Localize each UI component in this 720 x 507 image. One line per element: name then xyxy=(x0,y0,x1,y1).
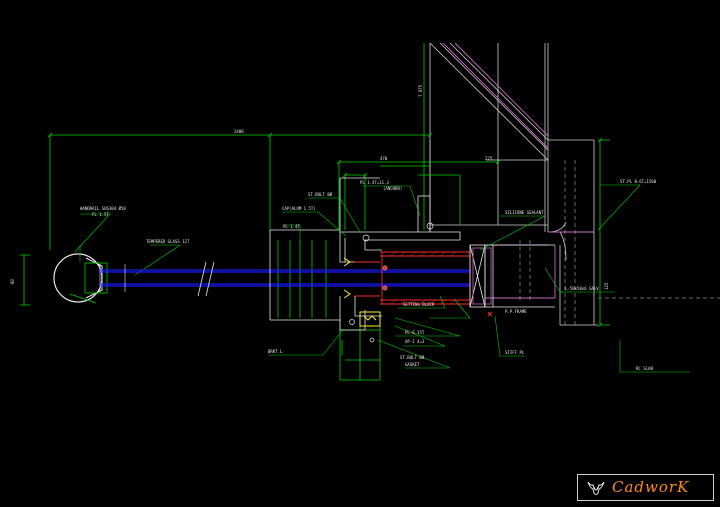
note-cap: CAP(ALUM 1.5T) xyxy=(282,206,316,211)
bull-head-icon xyxy=(587,481,605,495)
note-right-top: ST.PL 0.6T=1500 xyxy=(620,179,657,184)
dim-depth-b: 225 xyxy=(485,156,493,161)
note-bolt-top: ST.BOLT 8Ø xyxy=(308,192,333,197)
cad-detail-drawing: 2400 80 T 875 470 225 125 HANDRAIL SUS30… xyxy=(0,0,720,507)
note-right-bottom: RC SLAB xyxy=(636,366,653,371)
note-bolt-bottom: ST.BOLT 8Ø xyxy=(400,355,425,360)
note-plate: PL-1.4T xyxy=(283,224,300,229)
note-handrail: HANDRAIL SUS304 Ø50 xyxy=(80,206,126,211)
note-anchor-sub: (ANCHOR) xyxy=(383,186,402,191)
note-pipe-frame: P.P.FRAME xyxy=(505,309,527,314)
note-handrail-sub: FL 1.5T xyxy=(92,212,109,217)
dim-rail-height: 80 xyxy=(10,279,15,284)
dim-vertical-top: T 875 xyxy=(418,84,423,97)
note-right-mid: L-50x50x6 GALV xyxy=(565,286,599,291)
note-anchor-bottom: AP-1 4=3 xyxy=(405,339,425,344)
dim-depth-a: 470 xyxy=(380,156,388,161)
note-sealant: SILICONE SEALANT xyxy=(505,210,544,215)
note-glass: TEMPERED GLASS 12T xyxy=(146,239,190,244)
note-gasket: GASKET xyxy=(405,362,420,367)
note-bracket-bottom: BRKT.L xyxy=(268,349,283,354)
note-setting: SETTING BLOCK xyxy=(403,302,435,307)
dim-vertical-right: 125 xyxy=(604,282,609,290)
note-stiff: STIFF.PL xyxy=(505,350,525,355)
logo-text: CadworK xyxy=(612,478,690,496)
dim-overall: 2400 xyxy=(234,129,244,134)
note-anchor-top: PL 1.4T=11.3 xyxy=(360,180,389,185)
note-plate-bottom: PL-6.35T xyxy=(405,330,425,335)
